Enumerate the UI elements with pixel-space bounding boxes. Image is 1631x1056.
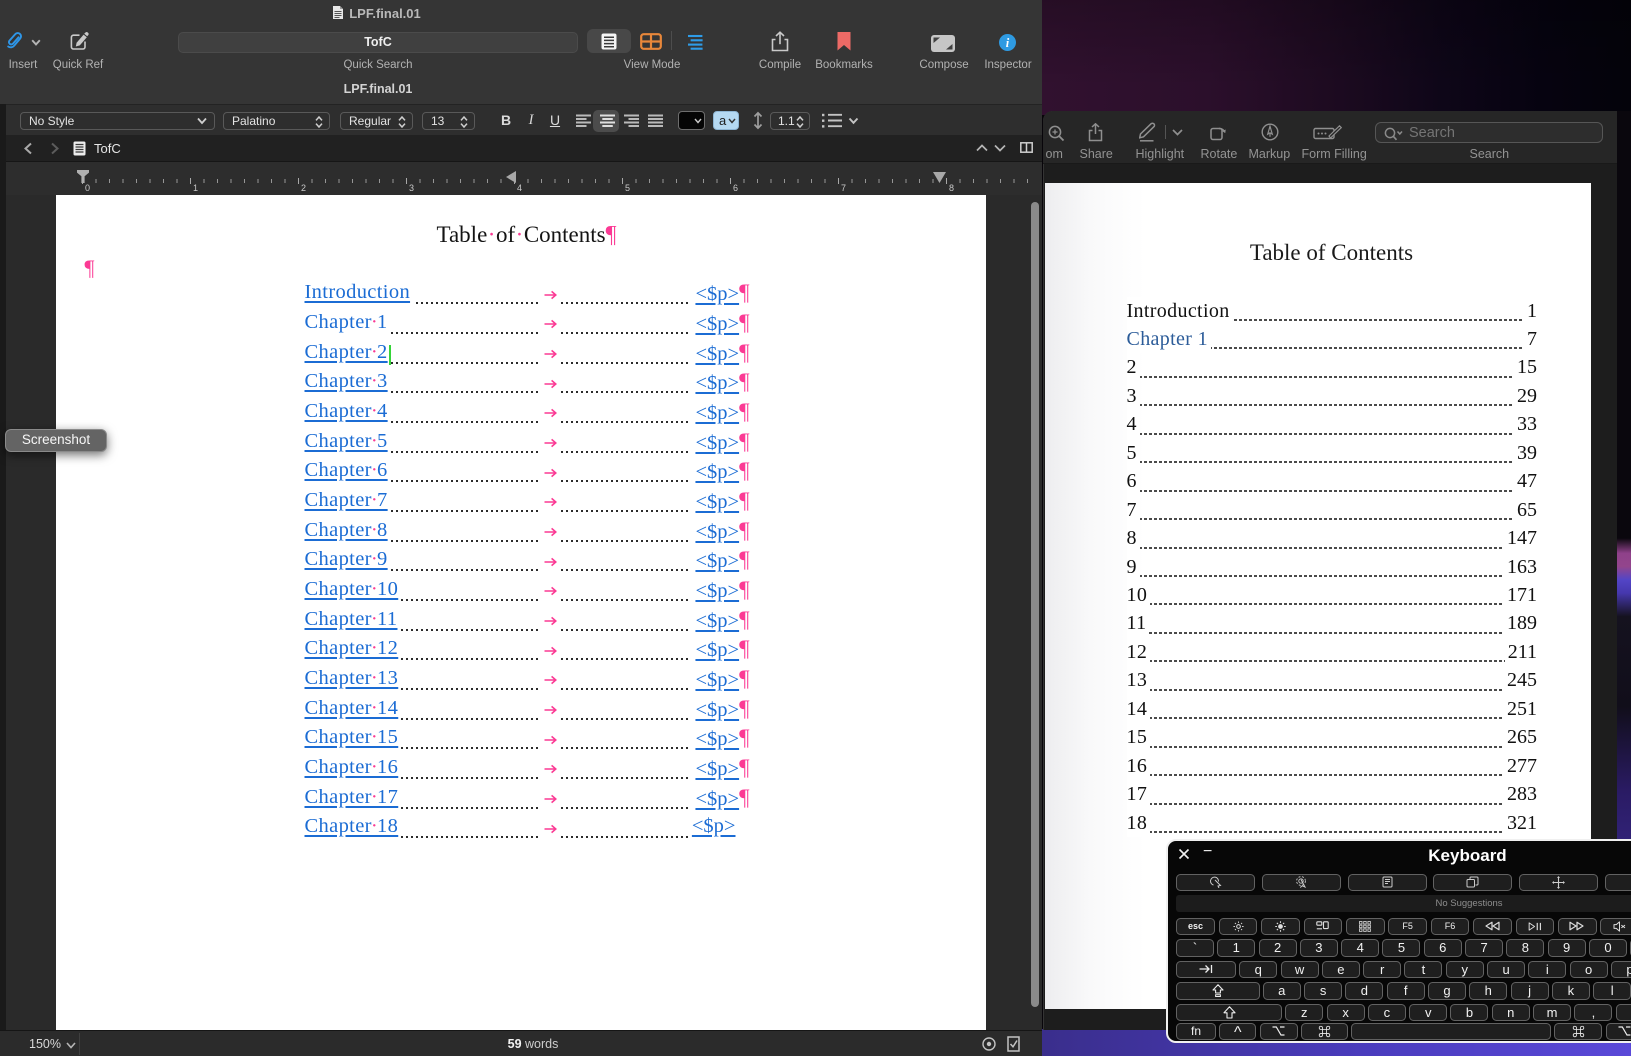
svg-text:i: i [1006, 36, 1010, 50]
